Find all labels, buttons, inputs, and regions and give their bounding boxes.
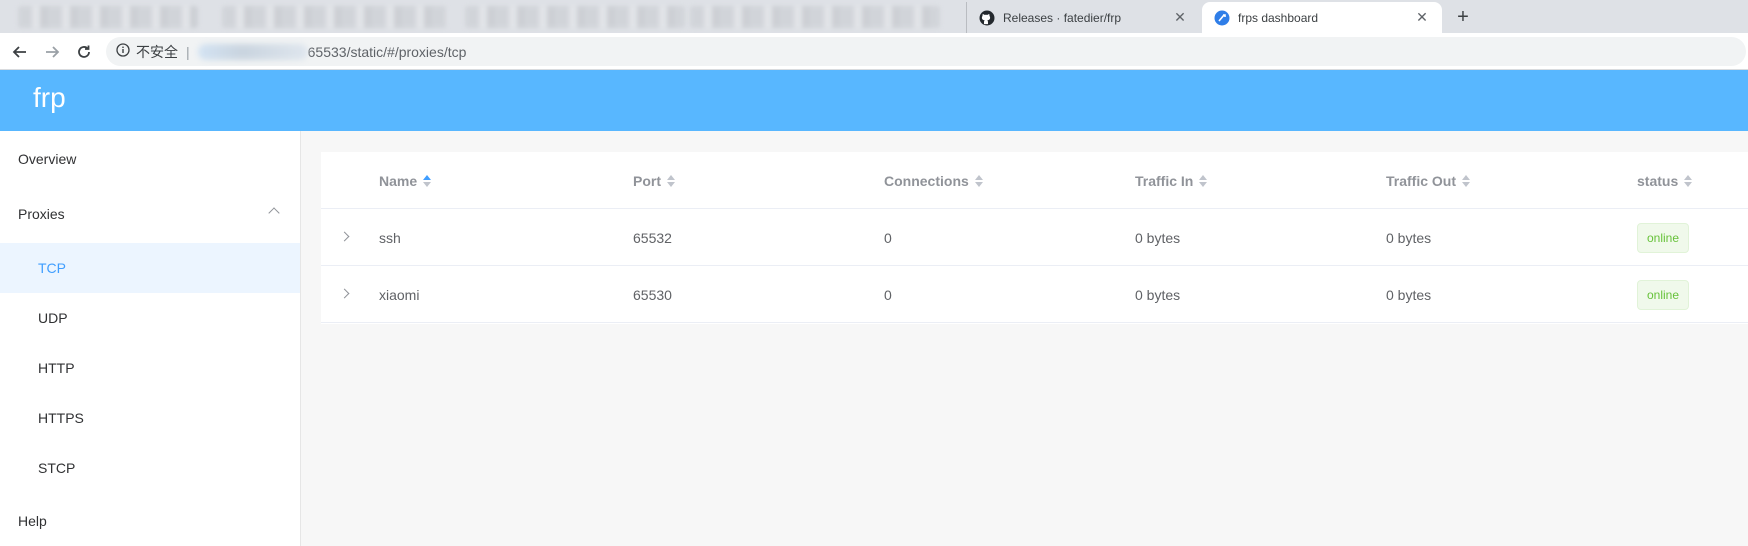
blurred-tab[interactable]: [222, 6, 447, 28]
chevron-right-icon[interactable]: [339, 231, 350, 242]
table-header: Name Port Connections Traffic In Traffic…: [321, 152, 1748, 209]
column-header-name[interactable]: Name: [379, 152, 432, 209]
sidebar-item-label: TCP: [38, 260, 66, 276]
chevron-up-icon: [268, 207, 280, 219]
close-icon[interactable]: ✕: [1172, 9, 1188, 26]
status-badge: online: [1637, 279, 1690, 310]
tab-title: Releases · fatedier/frp: [1003, 10, 1122, 25]
sidebar-item-label: Proxies: [18, 206, 65, 222]
cell-port: 65532: [633, 229, 672, 246]
sidebar-item-stcp[interactable]: STCP: [0, 443, 300, 493]
cell-traffic-out: 0 bytes: [1386, 286, 1432, 303]
status-badge: online: [1637, 222, 1690, 253]
sidebar-item-proxies[interactable]: Proxies: [0, 189, 300, 239]
sidebar-item-label: Overview: [18, 151, 77, 167]
sidebar-item-label: STCP: [38, 460, 76, 476]
tab-title: frps dashboard: [1238, 10, 1319, 25]
browser-tab-strip: Releases · fatedier/frp ✕ frps dashboard…: [0, 0, 1748, 33]
browser-toolbar: 不安全 | 65533/static/#/proxies/tcp: [0, 33, 1748, 70]
table-row: xiaomi 65530 0 0 bytes 0 bytes online: [321, 266, 1748, 323]
column-header-status[interactable]: status: [1637, 152, 1693, 209]
reload-icon: [78, 45, 90, 58]
chevron-right-icon[interactable]: [339, 288, 350, 299]
sidebar-item-tcp[interactable]: TCP: [0, 243, 300, 293]
blurred-tab[interactable]: [465, 6, 685, 28]
arrow-left-icon: [12, 46, 26, 58]
frp-icon: [1214, 10, 1230, 26]
address-bar[interactable]: 不安全 | 65533/static/#/proxies/tcp: [106, 37, 1746, 66]
cell-name: ssh: [379, 229, 401, 246]
arrow-right-icon: [46, 46, 60, 58]
new-tab-button[interactable]: +: [1450, 5, 1476, 29]
back-button[interactable]: [8, 40, 32, 64]
column-header-traffic-out[interactable]: Traffic Out: [1386, 152, 1471, 209]
blurred-host: [197, 43, 308, 60]
column-header-port[interactable]: Port: [633, 152, 675, 209]
sidebar-item-label: UDP: [38, 310, 68, 326]
sort-icon[interactable]: [667, 174, 675, 187]
info-icon[interactable]: [116, 43, 130, 60]
cell-connections: 0: [884, 229, 892, 246]
table-row: ssh 65532 0 0 bytes 0 bytes online: [321, 209, 1748, 266]
sidebar-item-https[interactable]: HTTPS: [0, 393, 300, 443]
blurred-tab[interactable]: [18, 6, 198, 28]
app-header: frp: [0, 70, 1748, 131]
sort-icon[interactable]: [1462, 174, 1471, 187]
sort-icon[interactable]: [423, 174, 432, 187]
cell-status: online: [1637, 209, 1690, 266]
column-header-traffic-in[interactable]: Traffic In: [1135, 152, 1208, 209]
forward-button[interactable]: [40, 40, 64, 64]
security-label: 不安全: [136, 43, 178, 60]
separator: |: [186, 43, 190, 60]
url-text: 65533/static/#/proxies/tcp: [307, 43, 467, 60]
reload-button[interactable]: [72, 40, 96, 64]
sidebar-item-udp[interactable]: UDP: [0, 293, 300, 343]
cell-traffic-in: 0 bytes: [1135, 286, 1181, 303]
tab-github-releases[interactable]: Releases · fatedier/frp ✕: [966, 2, 1200, 33]
sidebar-item-label: HTTPS: [38, 410, 84, 426]
cell-connections: 0: [884, 286, 892, 303]
brand-logo[interactable]: frp: [33, 82, 66, 114]
tab-frps-dashboard[interactable]: frps dashboard ✕: [1202, 2, 1442, 33]
blurred-tab[interactable]: [690, 6, 940, 28]
sidebar-item-label: HTTP: [38, 360, 75, 376]
proxies-table: Name Port Connections Traffic In Traffic…: [321, 152, 1748, 324]
column-header-connections[interactable]: Connections: [884, 152, 983, 209]
github-icon: [979, 10, 995, 26]
cell-port: 65530: [633, 286, 672, 303]
sort-icon[interactable]: [1684, 174, 1693, 187]
cell-status: online: [1637, 266, 1690, 323]
close-icon[interactable]: ✕: [1414, 9, 1430, 26]
sort-icon[interactable]: [1199, 174, 1208, 187]
sidebar-item-label: Help: [18, 513, 47, 529]
sidebar-item-help[interactable]: Help: [0, 496, 300, 546]
sidebar-item-http[interactable]: HTTP: [0, 343, 300, 393]
sidebar-item-overview[interactable]: Overview: [0, 134, 300, 184]
sidebar: Overview Proxies TCP UDP HTTP HTTPS STCP…: [0, 131, 301, 546]
sort-icon[interactable]: [974, 174, 983, 187]
cell-traffic-out: 0 bytes: [1386, 229, 1432, 246]
cell-traffic-in: 0 bytes: [1135, 229, 1181, 246]
cell-name: xiaomi: [379, 286, 420, 303]
